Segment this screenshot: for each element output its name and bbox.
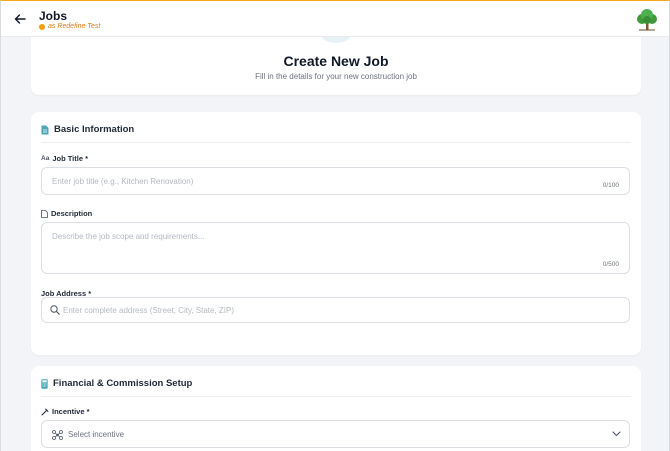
job-title-label-text: Job Title * — [52, 154, 89, 163]
user-context-label: as Redefine Test — [48, 23, 101, 30]
description-label: Description — [41, 209, 92, 218]
form-subtitle: Fill in the details for your new constru… — [255, 72, 417, 81]
description-placeholder: Describe the job scope and requirements.… — [52, 232, 205, 241]
status-dot-icon — [39, 23, 45, 30]
file-icon — [41, 209, 48, 218]
back-button[interactable] — [10, 9, 30, 29]
basic-information-title: Basic Information — [54, 124, 135, 135]
header-decoration — [321, 37, 351, 43]
drone-icon — [52, 430, 63, 440]
form-title: Create New Job — [283, 53, 389, 69]
job-title-input[interactable]: Enter job title (e.g., Kitchen Renovatio… — [41, 167, 630, 195]
financial-title: Financial & Commission Setup — [53, 378, 193, 389]
create-job-header-card: Create New Job Fill in the details for y… — [31, 37, 641, 95]
page-title: Jobs — [39, 9, 68, 23]
job-title-placeholder: Enter job title (e.g., Kitchen Renovatio… — [52, 177, 194, 186]
text-format-icon: Aa — [41, 155, 50, 162]
user-context: as Redefine Test — [39, 23, 100, 30]
tree-logo-icon[interactable] — [635, 9, 659, 31]
job-title-counter: 0/100 — [602, 182, 619, 189]
job-title-label: Aa Job Title * — [41, 154, 88, 163]
top-app-bar: Jobs as Redefine Test — [1, 1, 669, 37]
arrow-left-icon — [14, 14, 26, 24]
search-icon — [50, 305, 60, 315]
incentive-select[interactable]: Select incentive — [41, 420, 630, 448]
calculator-icon — [41, 378, 48, 389]
document-icon — [41, 125, 49, 134]
description-counter: 0/500 — [602, 261, 619, 268]
section-divider — [41, 396, 631, 397]
incentive-selected-value: Select incentive — [68, 430, 125, 439]
chevron-down-icon — [612, 431, 621, 437]
job-address-placeholder: Enter complete address (Street, City, St… — [63, 306, 235, 315]
description-label-text: Description — [51, 209, 93, 218]
basic-information-card: Basic Information Aa Job Title * Enter j… — [31, 112, 641, 355]
incentive-label-text: Incentive * — [52, 407, 90, 416]
job-address-input[interactable]: Enter complete address (Street, City, St… — [41, 297, 630, 323]
hammer-icon — [41, 407, 49, 416]
financial-commission-card: Financial & Commission Setup Incentive *… — [31, 366, 641, 451]
section-divider — [41, 142, 631, 143]
incentive-label: Incentive * — [41, 407, 90, 416]
financial-heading: Financial & Commission Setup — [41, 378, 192, 389]
basic-information-heading: Basic Information — [41, 124, 134, 135]
description-textarea[interactable]: Describe the job scope and requirements.… — [41, 222, 630, 274]
